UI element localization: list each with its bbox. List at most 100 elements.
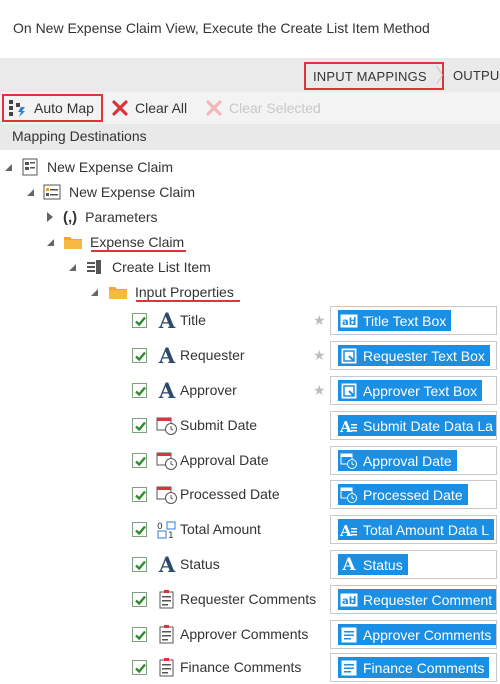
required-star-icon: ★ [313, 312, 326, 328]
mapping-target[interactable]: Approver Text Box [330, 376, 497, 405]
mapped-control-chip[interactable]: ab Title Text Box [338, 310, 452, 331]
page-title: On New Expense Claim View, Execute the C… [13, 20, 430, 36]
auto-map-button[interactable]: Auto Map [2, 94, 103, 122]
clear-all-button[interactable]: Clear All [111, 94, 187, 122]
tree-node-label: Parameters [85, 209, 158, 225]
mapping-target[interactable]: ab Title Text Box [330, 306, 497, 335]
checkbox[interactable] [132, 592, 147, 607]
close-icon [112, 100, 128, 116]
datetime-icon [156, 450, 178, 472]
memo-icon [156, 657, 178, 679]
tree-node-label: New Expense Claim [69, 184, 196, 200]
checkbox[interactable] [132, 348, 147, 363]
checkmark-icon [135, 560, 146, 571]
checkbox[interactable] [132, 557, 147, 572]
property-name: Total Amount [180, 521, 261, 537]
close-icon [206, 100, 222, 116]
property-name: Title [180, 312, 206, 328]
tree-node-label: Create List Item [112, 259, 211, 275]
header: On New Expense Claim View, Execute the C… [0, 0, 500, 58]
tab-input-mappings[interactable]: INPUT MAPPINGS [304, 62, 444, 90]
text-a-icon: A [158, 343, 176, 368]
mapped-control-chip[interactable]: A Submit Date Data La [338, 415, 496, 436]
collapse-icon[interactable] [26, 188, 35, 197]
datetime-icon [156, 484, 178, 506]
checkmark-icon [135, 316, 146, 327]
svg-text:ab: ab [342, 317, 356, 328]
mapping-target[interactable]: Approver Comments [330, 620, 497, 649]
memo-icon [156, 589, 178, 611]
mapped-control-chip[interactable]: ab Requester Comment [338, 589, 496, 610]
mapped-control-label: Approver Text Box [363, 382, 478, 399]
mapped-control-chip[interactable]: A Status [338, 554, 408, 575]
highlight-underline [91, 250, 186, 252]
picker-icon [338, 345, 360, 366]
mapping-target[interactable]: Approval Date [330, 446, 497, 475]
mapping-target[interactable]: A Submit Date Data La [330, 411, 497, 440]
property-name: Approver Comments [180, 626, 309, 642]
mapped-control-chip[interactable]: Approval Date [338, 450, 457, 471]
expand-icon[interactable] [46, 212, 54, 222]
collapse-icon[interactable] [90, 288, 99, 297]
mapped-control-chip[interactable]: Requester Text Box [338, 345, 490, 366]
mapping-target[interactable]: Processed Date [330, 480, 497, 509]
mapping-target[interactable]: A Total Amount Data L [330, 515, 497, 544]
mapped-control-label: Title Text Box [363, 312, 447, 329]
collapse-icon[interactable] [68, 263, 77, 272]
mapped-control-chip[interactable]: Approver Comments [338, 624, 496, 645]
text-a-icon: A [158, 378, 176, 403]
tree-node-view[interactable]: New Expense Claim [26, 180, 195, 204]
mapped-control-label: Status [363, 556, 403, 573]
mapped-control-label: Processed Date [363, 486, 463, 503]
tab-output[interactable]: OUTPU [453, 68, 500, 83]
checkbox[interactable] [132, 627, 147, 642]
memo-icon [338, 624, 360, 645]
tab-chevron-icon [436, 65, 444, 85]
picker-icon [338, 380, 360, 401]
mapped-control-chip[interactable]: Processed Date [338, 484, 468, 505]
checkmark-icon [135, 490, 146, 501]
checkmark-icon [135, 386, 146, 397]
mapped-control-chip[interactable]: Finance Comments [338, 657, 490, 678]
highlight-underline [136, 300, 240, 302]
collapse-icon[interactable] [4, 163, 13, 172]
checkmark-icon [135, 630, 146, 641]
checkbox[interactable] [132, 453, 147, 468]
clear-selected-label: Clear Selected [229, 100, 321, 116]
tree-node-label: Expense Claim [90, 234, 185, 250]
mapped-control-chip[interactable]: A Total Amount Data L [338, 519, 495, 540]
mapped-control-label: Approval Date [363, 452, 452, 469]
checkbox[interactable] [132, 313, 147, 328]
mapping-target[interactable]: ab Requester Comment [330, 585, 497, 614]
collapse-icon[interactable] [46, 238, 55, 247]
checkbox[interactable] [132, 487, 147, 502]
checkbox[interactable] [132, 522, 147, 537]
data-label-icon: A [338, 519, 360, 540]
checkbox[interactable] [132, 383, 147, 398]
tabs-bar: INPUT MAPPINGS OUTPU [0, 58, 500, 92]
checkbox[interactable] [132, 660, 147, 675]
property-name: Status [180, 556, 220, 572]
mapping-target[interactable]: Finance Comments [330, 653, 497, 682]
checkmark-icon [135, 351, 146, 362]
svg-text:ab: ab [342, 596, 356, 607]
checkbox[interactable] [132, 418, 147, 433]
mapping-target[interactable]: A Status [330, 550, 497, 579]
tree-node-method[interactable]: Create List Item [68, 255, 211, 279]
text-a-icon: A [158, 552, 176, 577]
tree-node-label: New Expense Claim [47, 159, 174, 175]
property-name: Approval Date [180, 452, 269, 468]
mapped-control-label: Total Amount Data L [363, 521, 490, 538]
clear-selected-button[interactable]: Clear Selected [205, 94, 321, 122]
mapped-control-chip[interactable]: Approver Text Box [338, 380, 483, 401]
mapped-control-label: Approver Comments [363, 626, 492, 643]
checkmark-icon [135, 525, 146, 536]
tree-node-label: Input Properties [135, 284, 234, 300]
tree-node-root[interactable]: New Expense Claim [4, 155, 173, 179]
mapping-target[interactable]: Requester Text Box [330, 341, 497, 370]
tree-node-parameters[interactable]: (,) Parameters [46, 205, 158, 229]
mapping-destinations-header: Mapping Destinations [0, 124, 500, 150]
svg-text:1: 1 [168, 531, 174, 539]
required-star-icon: ★ [313, 347, 326, 363]
tab-input-mappings-label: INPUT MAPPINGS [313, 69, 427, 84]
